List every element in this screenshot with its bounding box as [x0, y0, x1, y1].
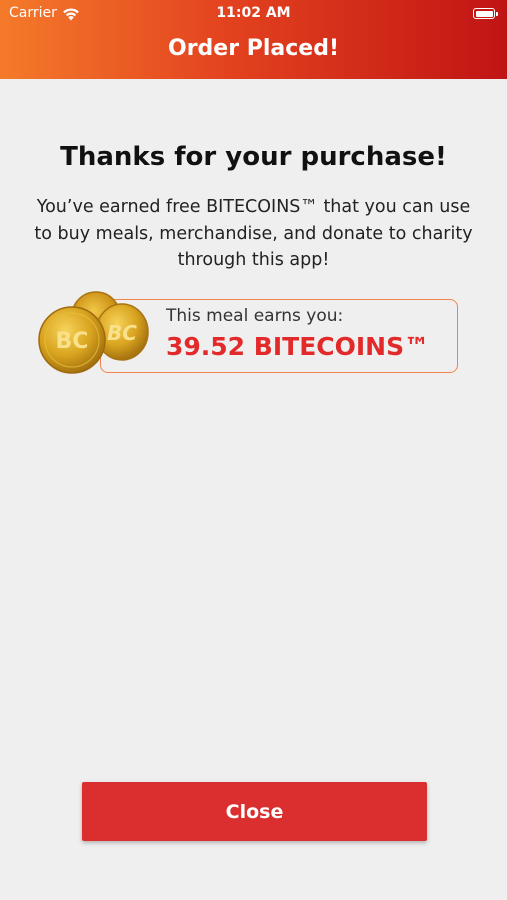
status-time: 11:02 AM [216, 5, 291, 21]
earnings-label: This meal earns you: [166, 306, 344, 326]
confirmation-message: You’ve earned free BITECOINS™ that you c… [34, 197, 473, 270]
earnings-amount: 39.52 BITECOINS™ [166, 332, 430, 361]
bitecoin-coins-icon: BC BC [36, 290, 152, 382]
earnings-card: This meal earns you: 39.52 BITECOINS™ [100, 299, 458, 373]
status-bar: Carrier 11:02 AM [0, 0, 507, 28]
page-title: Order Placed! [168, 36, 339, 61]
coin-text-front: BC [56, 329, 89, 354]
battery-icon [473, 8, 498, 19]
confirmation-title: Thanks for your purchase! [60, 142, 447, 172]
header-bar: Carrier 11:02 AM Order Placed! [0, 0, 507, 79]
close-button[interactable]: Close [82, 782, 427, 841]
coin-text-right: BC [107, 321, 137, 345]
